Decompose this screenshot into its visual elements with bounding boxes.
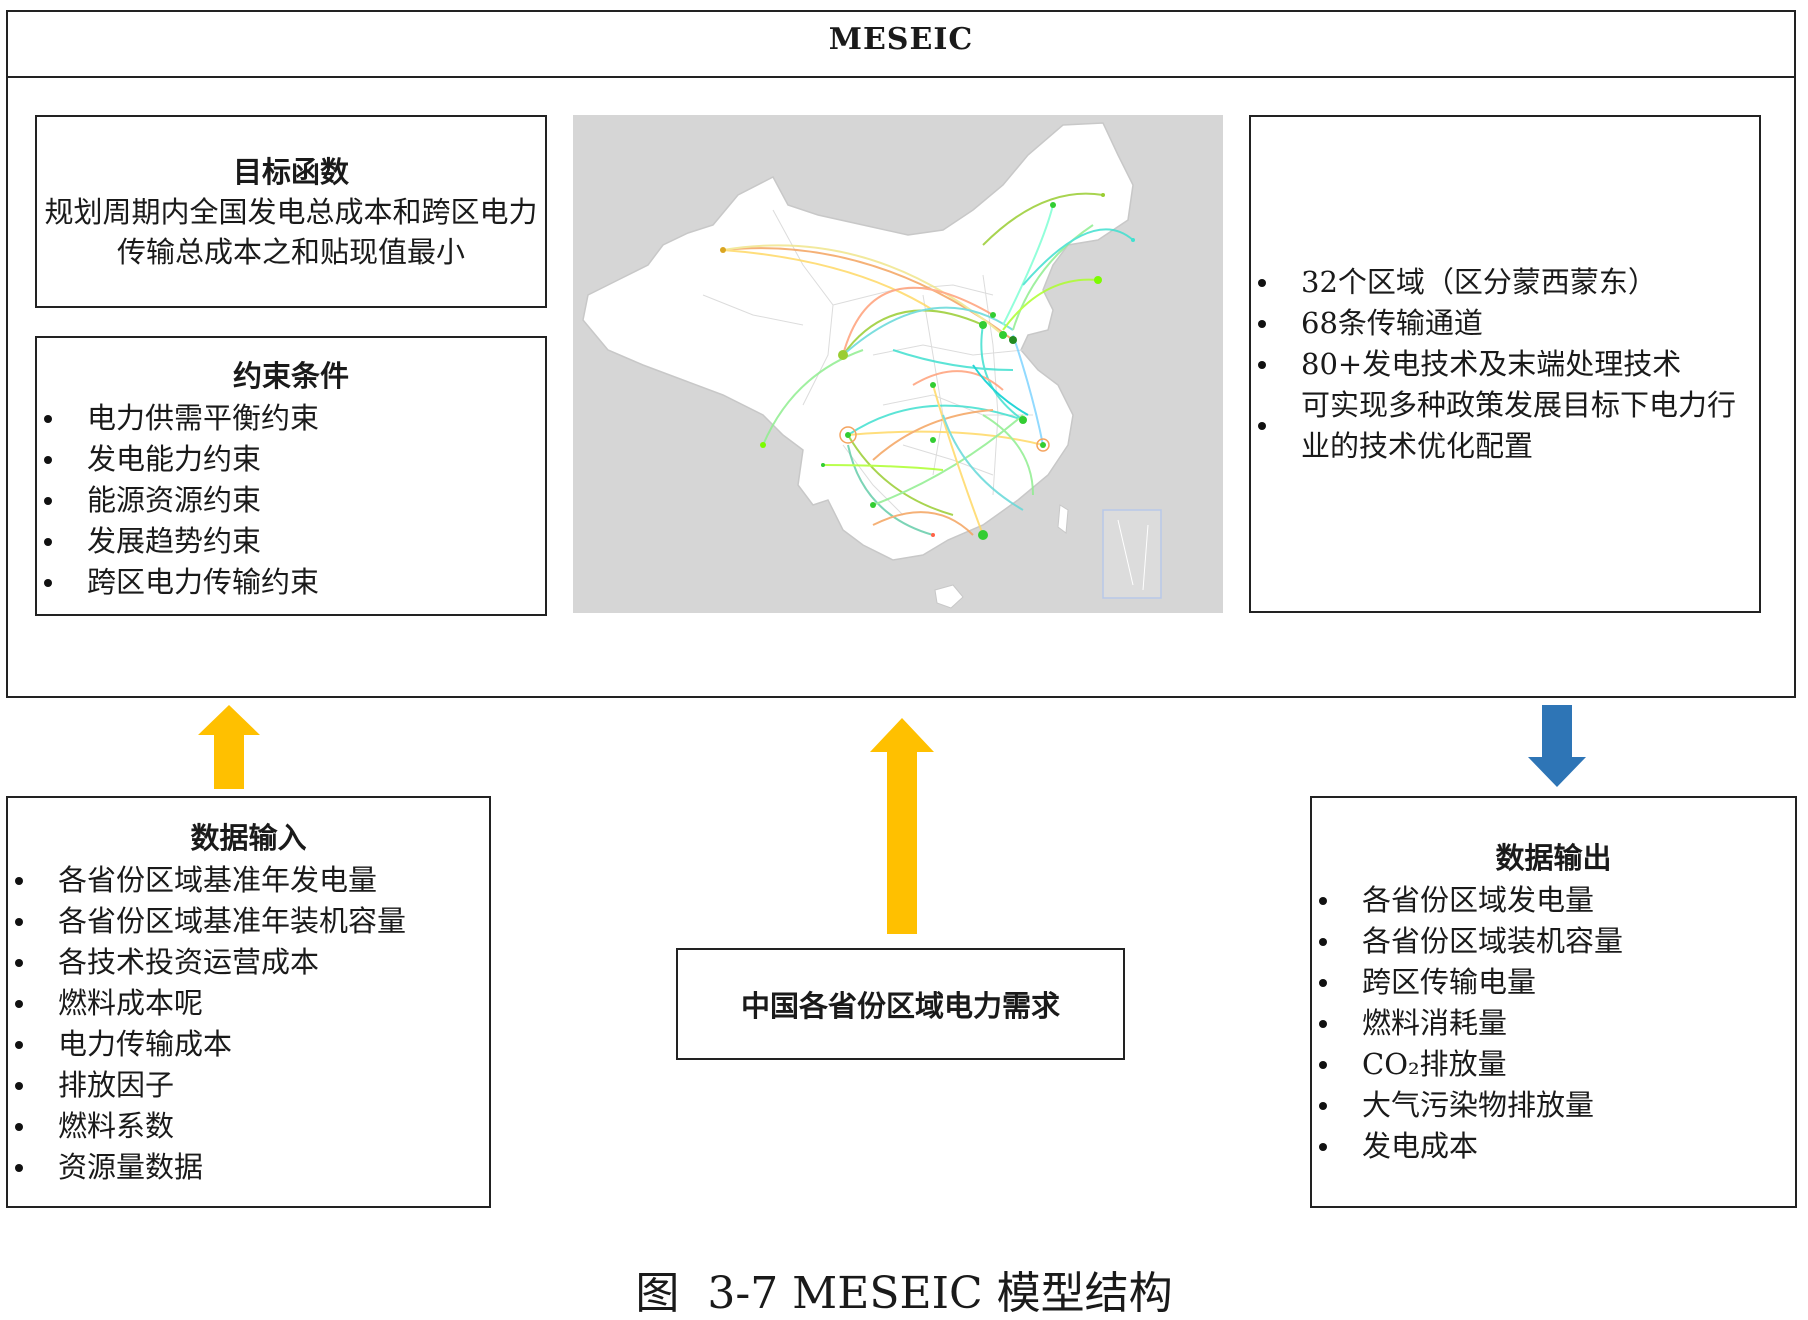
map-graphic [573, 115, 1223, 613]
list-item: 32个区域（区分蒙西蒙东） [1251, 262, 1739, 303]
list-item: 燃料系数 [8, 1106, 489, 1147]
list-item: 各省份区域装机容量 [1312, 921, 1795, 962]
south-sea-inset [1102, 509, 1162, 599]
output-arrow [1528, 705, 1586, 787]
list-item: CO₂排放量 [1312, 1044, 1795, 1085]
list-item: 80+发电技术及末端处理技术 [1251, 344, 1739, 385]
list-item: 可实现多种政策发展目标下电力行业的技术优化配置 [1251, 385, 1739, 467]
list-item: 燃料成本呢 [8, 983, 489, 1024]
objective-box: 目标函数 规划周期内全国发电总成本和跨区电力传输总成本之和贴现值最小 [35, 115, 547, 308]
constraints-title: 约束条件 [232, 359, 349, 393]
list-item: 排放因子 [8, 1065, 489, 1106]
features-list: 32个区域（区分蒙西蒙东） 68条传输通道 80+发电技术及末端处理技术 可实现… [1251, 262, 1739, 467]
demand-arrow [870, 718, 934, 934]
data-output-box: 数据输出 各省份区域发电量 各省份区域装机容量 跨区传输电量 燃料消耗量 CO₂… [1310, 796, 1797, 1208]
data-output-title: 数据输出 [1495, 841, 1612, 875]
data-input-box: 数据输入 各省份区域基准年发电量 各省份区域基准年装机容量 各技术投资运营成本 … [6, 796, 491, 1208]
data-input-title: 数据输入 [190, 821, 307, 855]
features-box: 32个区域（区分蒙西蒙东） 68条传输通道 80+发电技术及末端处理技术 可实现… [1249, 115, 1761, 613]
list-item: 电力供需平衡约束 [37, 398, 545, 439]
list-item: 大气污染物排放量 [1312, 1085, 1795, 1126]
data-output-list: 各省份区域发电量 各省份区域装机容量 跨区传输电量 燃料消耗量 CO₂排放量 大… [1312, 880, 1795, 1167]
list-item: 发电能力约束 [37, 439, 545, 480]
list-item: 发电成本 [1312, 1126, 1795, 1167]
demand-label: 中国各省份区域电力需求 [740, 989, 1060, 1023]
list-item: 跨区传输电量 [1312, 962, 1795, 1003]
page-title: MESEIC [828, 22, 974, 57]
list-item: 燃料消耗量 [1312, 1003, 1795, 1044]
demand-box: 中国各省份区域电力需求 [676, 948, 1125, 1060]
figure-caption: 图 3-7 MESEIC 模型结构 [635, 1268, 1173, 1319]
constraints-list: 电力供需平衡约束 发电能力约束 能源资源约束 发展趋势约束 跨区电力传输约束 [37, 398, 545, 603]
list-item: 资源量数据 [8, 1147, 489, 1188]
constraints-box: 约束条件 电力供需平衡约束 发电能力约束 能源资源约束 发展趋势约束 跨区电力传… [35, 336, 547, 616]
list-item: 各省份区域基准年装机容量 [8, 901, 489, 942]
list-item: 各省份区域发电量 [1312, 880, 1795, 921]
list-item: 能源资源约束 [37, 480, 545, 521]
data-input-list: 各省份区域基准年发电量 各省份区域基准年装机容量 各技术投资运营成本 燃料成本呢… [8, 860, 489, 1188]
list-item: 跨区电力传输约束 [37, 562, 545, 603]
list-item: 电力传输成本 [8, 1024, 489, 1065]
objective-title: 目标函数 [232, 155, 349, 189]
list-item: 各技术投资运营成本 [8, 942, 489, 983]
input-arrow [198, 705, 260, 789]
china-transmission-map [573, 115, 1223, 613]
list-item: 68条传输通道 [1251, 303, 1739, 344]
objective-text: 规划周期内全国发电总成本和跨区电力传输总成本之和贴现值最小 [44, 195, 538, 269]
list-item: 发展趋势约束 [37, 521, 545, 562]
list-item: 各省份区域基准年发电量 [8, 860, 489, 901]
